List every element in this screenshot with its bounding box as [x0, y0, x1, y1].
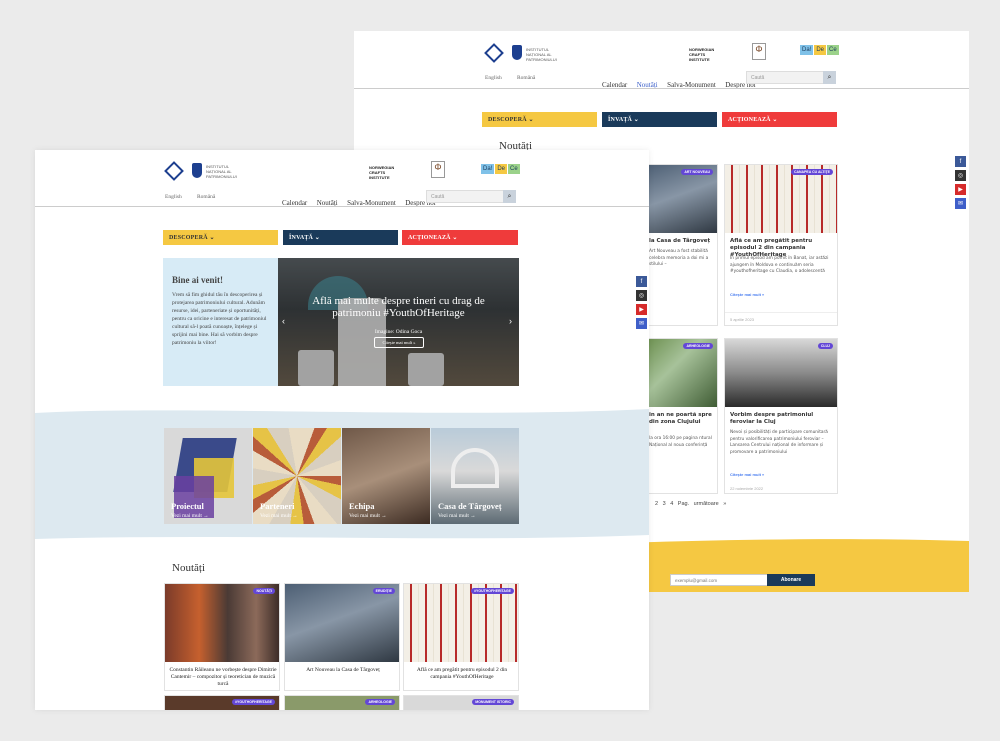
lang-romana[interactable]: Română: [517, 75, 535, 81]
email-icon[interactable]: ✉: [636, 318, 647, 329]
newsletter-email-input[interactable]: exemplu@gmail.com: [670, 574, 768, 586]
news-card[interactable]: CANAPEA CU ALTIȚE Află ce am pregătit pe…: [724, 164, 838, 326]
menu-descopera[interactable]: DESCOPERĂ ⌄: [163, 230, 278, 245]
news-heading: Noutăți: [172, 562, 205, 574]
slider-title: Află mai multe despre tineri cu drag de …: [312, 295, 485, 319]
phi-logo-icon: Φ: [431, 161, 445, 178]
news-card[interactable]: #YOUTHOFHERITAGE Află ce am pregătit pen…: [403, 583, 519, 691]
welcome-text: Vrem să fim ghidul tău în descoperirea ș…: [172, 292, 267, 346]
instagram-icon[interactable]: ◎: [636, 290, 647, 301]
menu-invata[interactable]: ÎNVAȚĂ ⌄: [283, 230, 398, 245]
main-nav: Calendar Noutăți Salva-Monument Despre n…: [602, 74, 761, 92]
site-logo-icon[interactable]: [484, 43, 504, 63]
dadece-logo: Da! De Ce: [800, 45, 839, 55]
ncr-logo: NORWEGIAN CRAFTS INSTITUTE: [689, 47, 715, 62]
news-card[interactable]: #YOUTHOFHERITAGE: [164, 695, 280, 710]
slider-read-more-button[interactable]: Citește mai mult »: [374, 337, 424, 348]
instagram-icon[interactable]: ◎: [955, 170, 966, 181]
search-icon[interactable]: ⌕: [823, 71, 836, 84]
slider-credit: Imagine: Odina Goca: [374, 329, 423, 335]
news-card[interactable]: CLUJ Vorbim despre patrimoniul feroviar …: [724, 338, 838, 494]
search-input[interactable]: Caută: [746, 71, 824, 84]
news-card[interactable]: ERUDIȚIE Art Nouveau la Casa de Târgoveț: [284, 583, 400, 691]
youtube-icon[interactable]: ▶: [636, 304, 647, 315]
menu-actioneaza[interactable]: ACȚIONEAZĂ ⌄: [402, 230, 518, 245]
front-page-screenshot: INSTITUTUL NAȚIONAL AL PATRIMONIULUI NOR…: [35, 150, 649, 710]
news-card[interactable]: MONUMENT ISTORIC: [403, 695, 519, 710]
tile-parteneri[interactable]: Parteneri Vezi mai mult →: [253, 428, 341, 524]
welcome-title: Bine ai venit!: [172, 275, 223, 285]
ncr-logo: NORWEGIAN CRAFTS INSTITUTE: [369, 165, 395, 180]
menu-descopera[interactable]: DESCOPERĂ ⌄: [482, 112, 597, 127]
subscribe-button[interactable]: Abonare: [767, 574, 815, 586]
email-icon[interactable]: ✉: [955, 198, 966, 209]
main-nav: Calendar Noutăți Salva-Monument Despre n…: [282, 192, 441, 210]
menu-invata[interactable]: ÎNVAȚĂ ⌄: [602, 112, 717, 127]
news-card[interactable]: NOUTĂȚI Constantin Răileanu ne vorbește …: [164, 583, 280, 691]
lang-english[interactable]: English: [485, 75, 502, 81]
tile-casa[interactable]: Casa de Târgoveț Vezi mai mult →: [431, 428, 519, 524]
dadece-logo: Da! De Ce: [481, 164, 520, 174]
search-input[interactable]: Caută: [426, 190, 504, 203]
welcome-panel: Bine ai venit! Vrem să fim ghidul tău în…: [163, 258, 278, 386]
tiles-row: Proiectul Vezi mai mult → Parteneri Vezi m…: [164, 428, 519, 524]
phi-logo-icon: Φ: [752, 43, 766, 60]
institute-logo-icon: [192, 163, 202, 178]
slider-next-icon[interactable]: ›: [509, 316, 512, 326]
news-card[interactable]: ARHEOLOGIE: [284, 695, 400, 710]
institute-name: INSTITUTUL NAȚIONAL AL PATRIMONIULUI: [526, 47, 557, 62]
institute-name: INSTITUTUL NAȚIONAL AL PATRIMONIULUI: [206, 164, 237, 179]
menu-actioneaza[interactable]: ACȚIONEAZĂ ⌄: [722, 112, 837, 127]
tile-echipa[interactable]: Echipa Vezi mai mult →: [342, 428, 430, 524]
slider-prev-icon[interactable]: ‹: [282, 316, 285, 326]
news-card[interactable]: ART NOUVEAU la Casa de Târgoveț Art Nouv…: [644, 164, 718, 326]
site-logo-icon[interactable]: [164, 161, 184, 181]
youtube-icon[interactable]: ▶: [955, 184, 966, 195]
search-icon[interactable]: ⌕: [503, 190, 516, 203]
lang-english[interactable]: English: [165, 194, 182, 200]
institute-logo-icon: [512, 45, 522, 60]
lang-romana[interactable]: Română: [197, 194, 215, 200]
facebook-icon[interactable]: f: [636, 276, 647, 287]
pagination[interactable]: 2 3 4 Pag. următoare »: [655, 501, 726, 507]
news-card[interactable]: ARHEOLOGIE in an ne poartă spre din zona…: [644, 338, 718, 494]
hero-slider[interactable]: Află mai multe despre tineri cu drag de …: [278, 258, 519, 386]
facebook-icon[interactable]: f: [955, 156, 966, 167]
tile-proiectul[interactable]: Proiectul Vezi mai mult →: [164, 428, 252, 524]
